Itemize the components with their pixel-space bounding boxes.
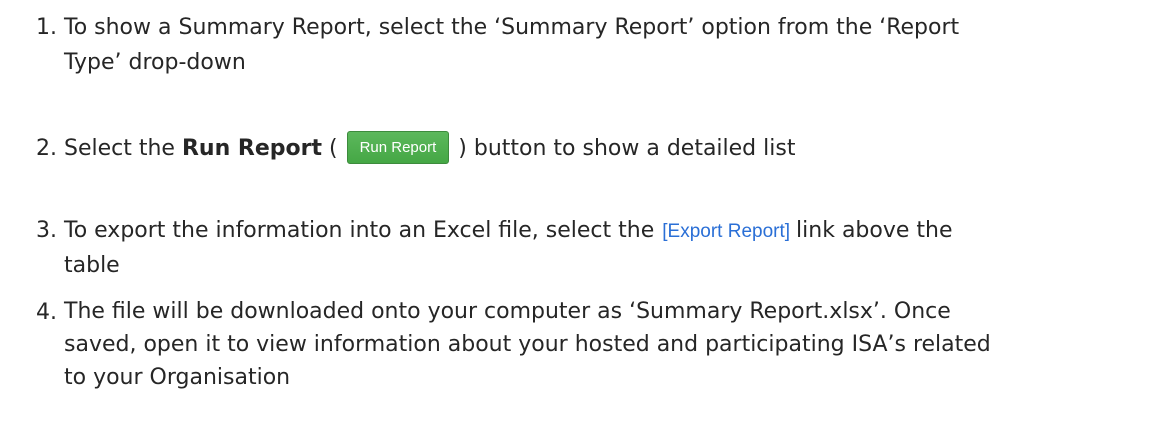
step-line: To show a Summary Report, select the ‘Su… [64, 15, 960, 40]
step-line: To export the information into an Excel … [64, 213, 1144, 248]
step-text: Select the Run Report ( Run Report ) but… [64, 130, 1144, 166]
run-report-button[interactable]: Run Report [346, 130, 450, 164]
step-text-pre: Select the [64, 136, 182, 161]
step-line: Select the Run Report ( Run Report ) but… [64, 130, 1144, 166]
step-text: To export the information into an Excel … [64, 213, 1144, 283]
step-text: The file will be downloaded onto your co… [64, 295, 1144, 394]
instruction-list: 1. To show a Summary Report, select the … [0, 0, 1168, 436]
step-number: 3. [36, 218, 57, 243]
step-text: To show a Summary Report, select the ‘Su… [64, 10, 1144, 80]
step-line: The file will be downloaded onto your co… [64, 299, 951, 324]
step-text-post: link above the [796, 218, 953, 243]
step-line: saved, open it to view information about… [64, 332, 991, 357]
step-open-paren: ( [321, 136, 338, 161]
step-text-post: ) button to show a detailed list [458, 136, 796, 161]
step-line: Type’ drop-down [64, 50, 246, 75]
export-report-link[interactable]: [Export Report] [662, 221, 790, 242]
step-number: 4. [36, 300, 57, 325]
step-line: table [64, 253, 120, 278]
step-text-pre: To export the information into an Excel … [64, 218, 655, 243]
step-number: 2. [36, 136, 57, 161]
step-line: to your Organisation [64, 365, 291, 390]
step-number: 1. [36, 15, 57, 40]
step-bold-term: Run Report [181, 136, 322, 161]
